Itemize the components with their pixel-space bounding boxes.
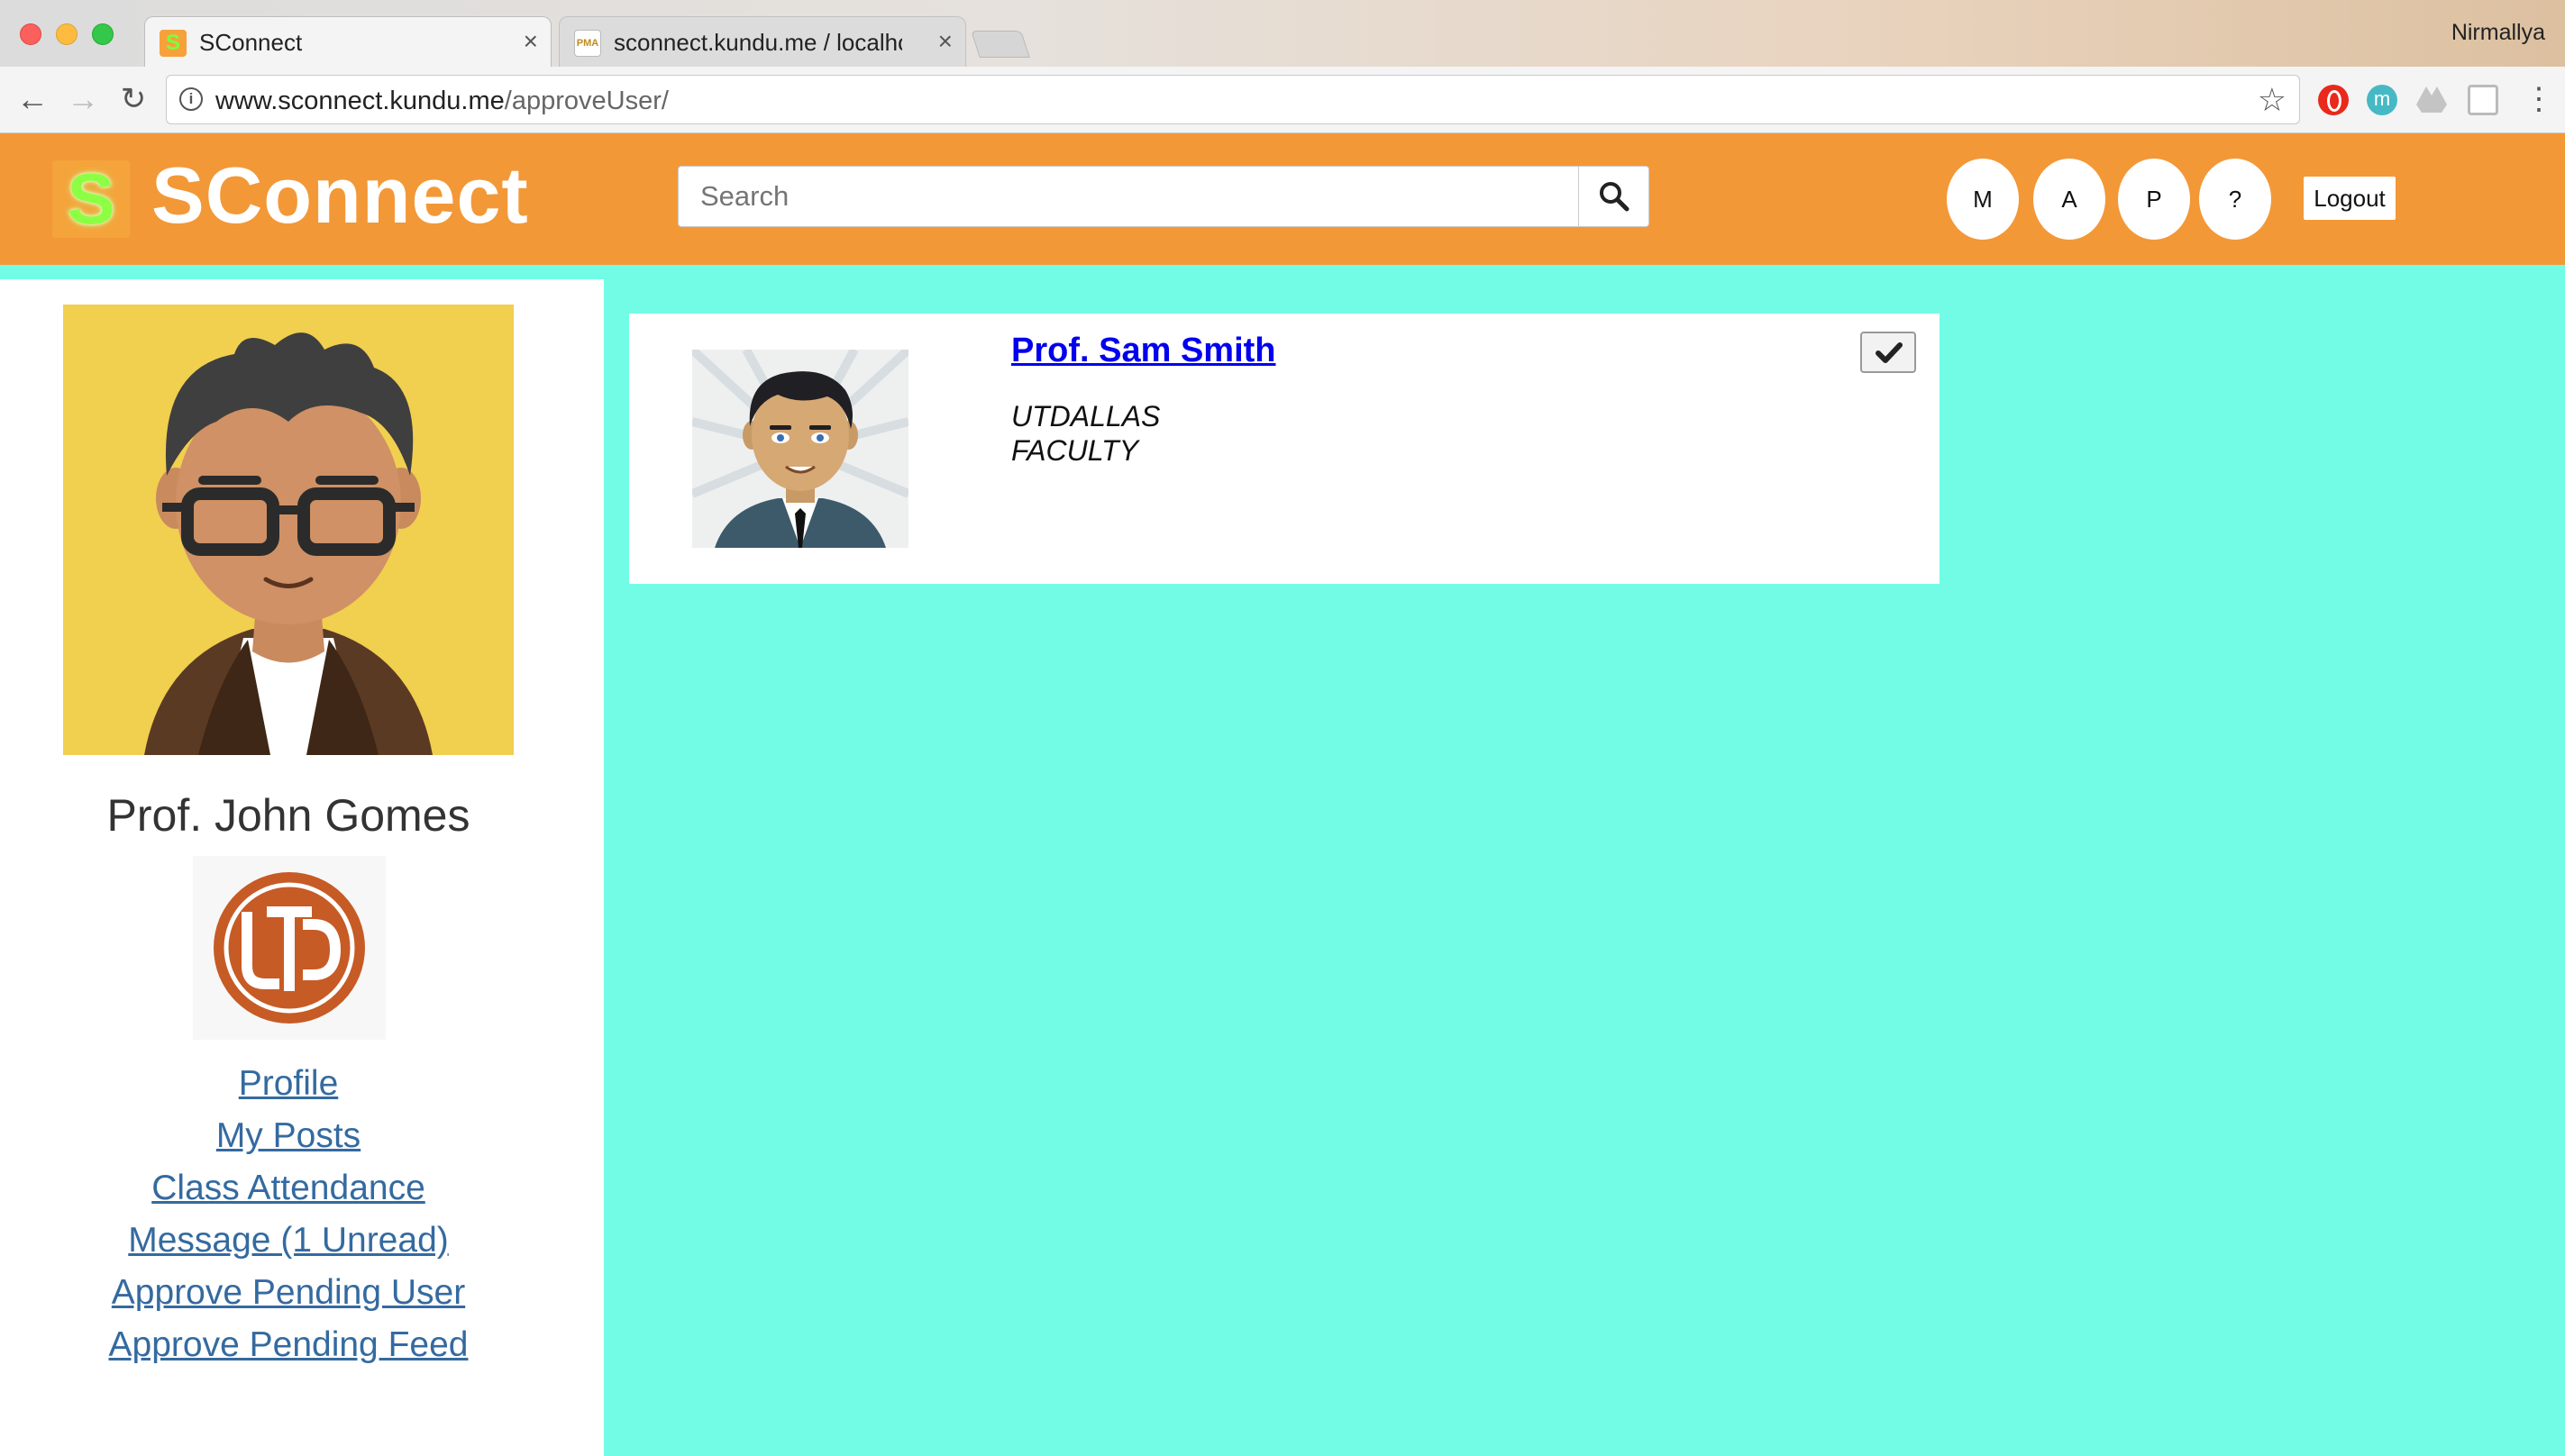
- phpmyadmin-favicon-icon: PMA: [574, 30, 601, 57]
- close-tab-icon[interactable]: ×: [524, 27, 538, 56]
- utd-logo: [193, 856, 386, 1040]
- sidebar-link-profile[interactable]: Profile: [0, 1058, 577, 1110]
- opera-extension-icon[interactable]: [2318, 85, 2349, 115]
- checkmark-icon: [1876, 342, 1903, 363]
- logout-button[interactable]: Logout: [2304, 177, 2396, 220]
- browser-titlebar: S SConnect × PMA sconnect.kundu.me / loc…: [0, 0, 2565, 67]
- sidebar: Prof. John Gomes Profile My Posts Class …: [0, 279, 604, 1456]
- forward-arrow-icon[interactable]: →: [65, 81, 101, 117]
- browser-profile-name[interactable]: Nirmallya: [2451, 20, 2545, 46]
- profile-nav-button[interactable]: P: [2118, 159, 2190, 240]
- pending-user-role: FACULTY: [1011, 434, 1139, 467]
- sconnect-logo[interactable]: S: [52, 160, 130, 238]
- url-path: /approveUser/: [504, 86, 669, 115]
- back-arrow-icon[interactable]: ←: [14, 81, 50, 117]
- search-button[interactable]: [1578, 167, 1648, 226]
- browser-toolbar: ← → ↻ i www.sconnect.kundu.me/approveUse…: [0, 67, 2565, 133]
- pending-user-name-link[interactable]: Prof. Sam Smith: [1011, 332, 1276, 370]
- close-window-button[interactable]: [20, 23, 41, 45]
- sidebar-link-my-posts[interactable]: My Posts: [0, 1110, 577, 1162]
- tab-title: sconnect.kundu.me / localhost: [614, 29, 902, 56]
- info-icon[interactable]: i: [179, 87, 203, 111]
- help-nav-button[interactable]: ?: [2199, 159, 2271, 240]
- sconnect-favicon-icon: S: [160, 30, 187, 57]
- search-input[interactable]: [679, 167, 1578, 226]
- close-tab-icon[interactable]: ×: [938, 27, 953, 56]
- pending-user-avatar: [692, 350, 908, 548]
- brand-title[interactable]: SConnect: [151, 150, 529, 241]
- logo-letter: S: [67, 159, 115, 239]
- pending-user-card: Prof. Sam Smith UTDALLAS FACULTY: [629, 314, 1940, 584]
- maximize-window-button[interactable]: [92, 23, 114, 45]
- pending-user-organization: UTDALLAS: [1011, 400, 1161, 432]
- attendance-nav-button[interactable]: A: [2033, 159, 2105, 240]
- user-name: Prof. John Gomes: [106, 790, 470, 841]
- search-bar: [678, 166, 1649, 227]
- browser-menu-icon[interactable]: ⋮: [2524, 84, 2554, 115]
- reload-icon[interactable]: ↻: [115, 81, 151, 117]
- address-bar[interactable]: i www.sconnect.kundu.me/approveUser/ ☆: [166, 75, 2300, 124]
- bookmark-star-icon[interactable]: ☆: [2258, 81, 2287, 119]
- sidebar-link-approve-pending-user[interactable]: Approve Pending User: [0, 1267, 577, 1319]
- url-text[interactable]: www.sconnect.kundu.me/approveUser/: [215, 86, 669, 116]
- sidebar-link-approve-pending-feed[interactable]: Approve Pending Feed: [0, 1319, 577, 1371]
- approve-user-button[interactable]: [1860, 332, 1916, 373]
- calendar-extension-icon[interactable]: [2468, 85, 2498, 115]
- sidebar-link-messages[interactable]: Message (1 Unread): [0, 1215, 577, 1267]
- sidebar-links: Profile My Posts Class Attendance Messag…: [0, 1058, 577, 1371]
- browser-tab-sconnect[interactable]: S SConnect ×: [144, 16, 552, 67]
- user-avatar: [63, 305, 514, 755]
- tab-title: SConnect: [199, 29, 303, 56]
- minimize-window-button[interactable]: [56, 23, 78, 45]
- browser-tab-phpmyadmin[interactable]: PMA sconnect.kundu.me / localhost ×: [559, 16, 966, 67]
- drive-extension-icon[interactable]: [2415, 85, 2448, 114]
- search-icon: [1600, 182, 1629, 212]
- sidebar-link-class-attendance[interactable]: Class Attendance: [0, 1162, 577, 1215]
- url-host: www.sconnect.kundu.me: [215, 86, 505, 115]
- messages-nav-button[interactable]: M: [1947, 159, 2019, 240]
- site-header: S SConnect M A P ? Logout: [0, 133, 2565, 265]
- m-extension-icon[interactable]: m: [2367, 85, 2397, 115]
- new-tab-button[interactable]: [971, 31, 1030, 58]
